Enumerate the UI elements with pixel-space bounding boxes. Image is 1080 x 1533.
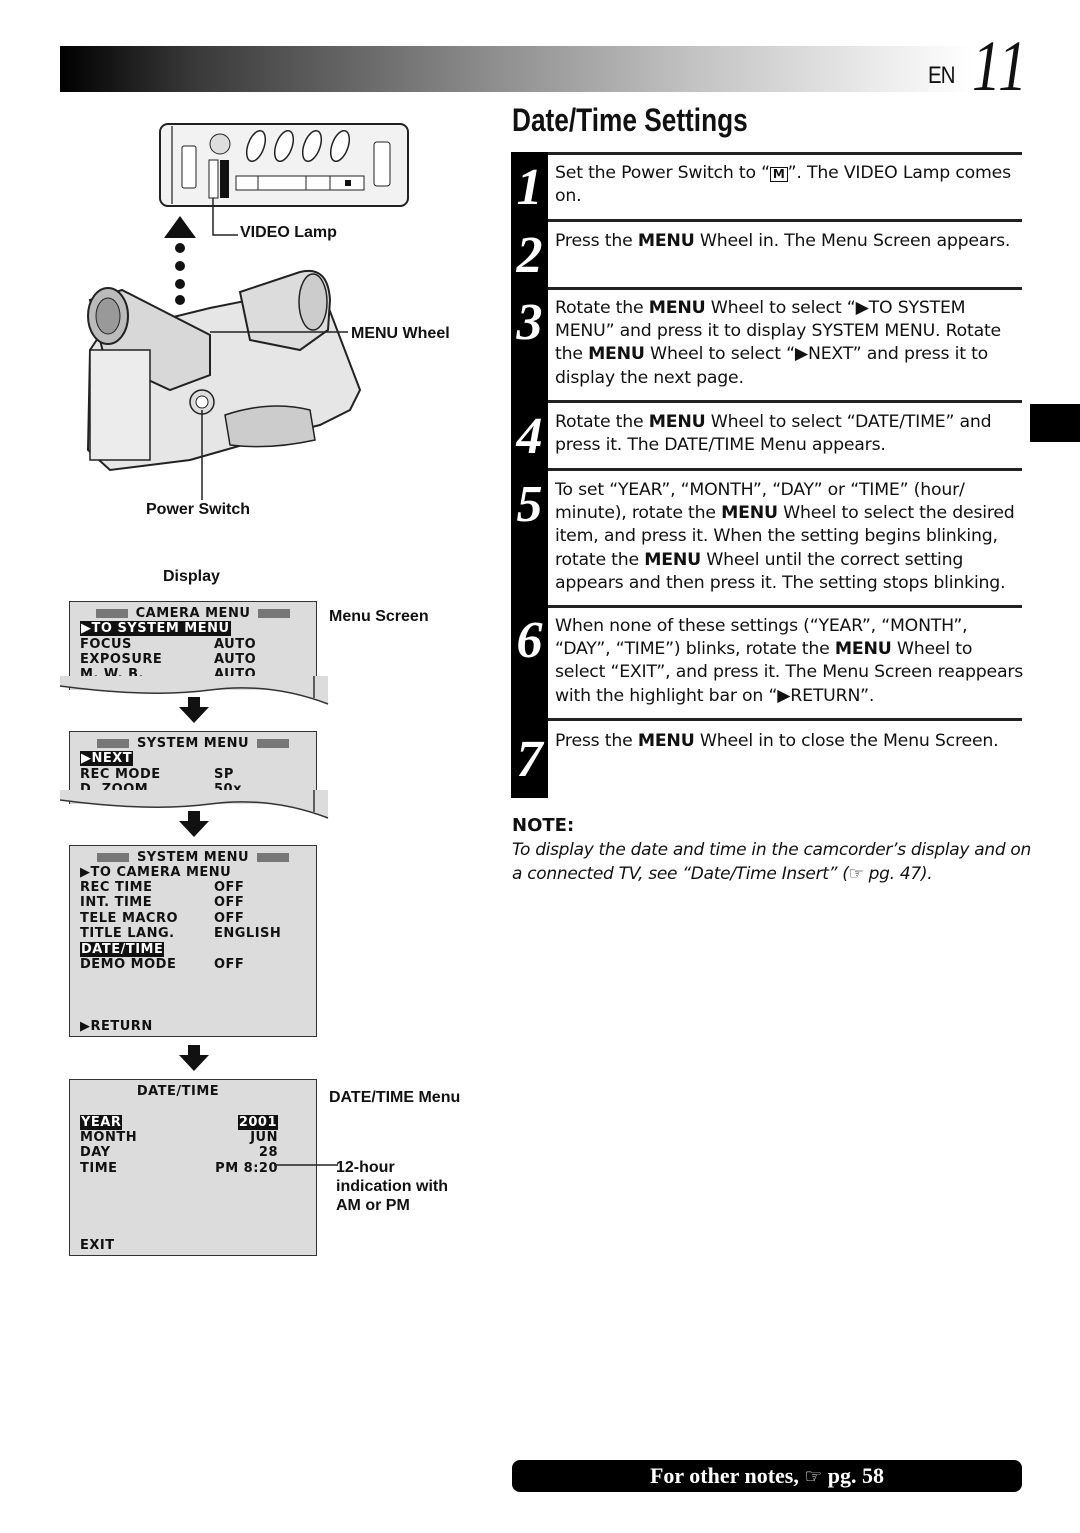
step-number-7: 7 — [516, 731, 543, 788]
header-gradient-bar — [60, 46, 974, 92]
step-number-1: 1 — [516, 159, 543, 216]
menu-item-time[interactable]: TIME — [80, 1161, 118, 1176]
hour-note-line2: indication with — [336, 1178, 448, 1195]
menu-value-title-lang: ENGLISH — [214, 926, 282, 941]
step-divider — [548, 400, 1022, 403]
hour-note-line3: AM or PM — [336, 1197, 410, 1214]
step-divider — [548, 605, 1022, 608]
menu-item-title-lang[interactable]: TITLE LANG. — [80, 926, 175, 941]
step-7-text: Press the MENU Wheel in to close the Men… — [555, 731, 999, 751]
menu-value-tele-macro: OFF — [214, 911, 245, 926]
hour-note-line1: 12-hour — [336, 1159, 395, 1176]
screen-title: CAMERA MENU — [70, 606, 316, 621]
step-number-6: 6 — [516, 612, 543, 669]
menu-item-demo-mode[interactable]: DEMO MODE — [80, 957, 176, 972]
menu-value-time: PM 8:20 — [215, 1161, 278, 1176]
screen-title: DATE/TIME — [136, 1084, 220, 1099]
menu-item-date-time[interactable]: DATE/TIME — [80, 942, 165, 957]
camera-mode-icon: M — [769, 167, 788, 182]
camcorder-icon — [86, 269, 362, 472]
step-5-text: To set “YEAR”, “MONTH”, “DAY” or “TIME” … — [555, 480, 1015, 593]
menu-item-next[interactable]: ▶NEXT — [80, 751, 134, 766]
video-lamp-label: VIDEO Lamp — [240, 224, 337, 241]
menu-wheel-label: MENU Wheel — [351, 325, 450, 342]
page-number: 11 — [972, 26, 1029, 106]
step-divider — [548, 287, 1022, 290]
step-1-text: Set the Power Switch to “M”. The VIDEO L… — [555, 163, 1011, 207]
menu-item-to-camera-menu[interactable]: ▶TO CAMERA MENU — [80, 865, 231, 880]
pointing-hand-icon: ☞ — [804, 1466, 823, 1488]
section-tab-marker — [1030, 404, 1080, 442]
menu-screen-label: Menu Screen — [329, 608, 429, 625]
down-arrow-icon — [179, 811, 209, 837]
screen-title: SYSTEM MENU — [70, 736, 316, 751]
hour-note-leader-line — [274, 1164, 338, 1166]
down-arrow-icon — [179, 1045, 209, 1071]
menu-item-rec-mode[interactable]: REC MODE — [80, 767, 161, 782]
power-switch-label: Power Switch — [146, 501, 251, 518]
step-number-3: 3 — [516, 294, 543, 351]
menu-item-focus[interactable]: FOCUS — [80, 637, 132, 652]
menu-value-int-time: OFF — [214, 895, 245, 910]
menu-item-to-system-menu[interactable]: ▶TO SYSTEM MENU — [80, 621, 231, 636]
note-text: To display the date and time in the camc… — [512, 840, 1031, 884]
menu-value-year[interactable]: 2001 — [237, 1115, 278, 1130]
menu-value-exposure: AUTO — [214, 652, 257, 667]
page-title: Date/Time Settings — [512, 102, 748, 138]
menu-value-rec-time: OFF — [214, 880, 245, 895]
menu-item-year[interactable]: YEAR — [80, 1115, 123, 1130]
menu-value-month: JUN — [250, 1130, 278, 1145]
menu-value-rec-mode: SP — [214, 767, 234, 782]
step-divider — [548, 219, 1022, 222]
datetime-menu-label: DATE/TIME Menu — [329, 1089, 461, 1106]
menu-item-month[interactable]: MONTH — [80, 1130, 137, 1145]
system-menu-screen-2: SYSTEM MENU ▶TO CAMERA MENU REC TIME OFF… — [69, 845, 317, 1037]
step-4-text: Rotate the MENU Wheel to select “DATE/TI… — [555, 412, 992, 456]
note-heading: NOTE: — [512, 815, 575, 836]
menu-item-rec-time[interactable]: REC TIME — [80, 880, 152, 895]
down-arrow-icon — [179, 697, 209, 723]
step-divider — [548, 718, 1022, 721]
menu-item-int-time[interactable]: INT. TIME — [80, 895, 152, 910]
step-2-text: Press the MENU Wheel in. The Menu Screen… — [555, 231, 1011, 251]
screen-title: SYSTEM MENU — [70, 850, 316, 865]
step-divider — [548, 152, 1022, 155]
camcorder-illustration — [86, 123, 409, 500]
step-number-2: 2 — [516, 227, 543, 284]
display-label: Display — [163, 568, 220, 585]
menu-value-day: 28 — [258, 1145, 278, 1160]
pointing-hand-icon: ☞ — [848, 864, 864, 884]
menu-item-exit[interactable]: EXIT — [80, 1238, 115, 1253]
menu-value-focus: AUTO — [214, 637, 257, 652]
step-divider — [548, 468, 1022, 471]
menu-item-day[interactable]: DAY — [80, 1145, 111, 1160]
step-number-4: 4 — [516, 408, 543, 465]
menu-value-demo-mode: OFF — [214, 957, 245, 972]
other-notes-banner[interactable]: For other notes, ☞ pg. 58 — [512, 1460, 1022, 1492]
step-6-text: When none of these settings (“YEAR”, “MO… — [555, 616, 1024, 706]
step-number-5: 5 — [516, 476, 543, 533]
menu-item-return[interactable]: ▶RETURN — [80, 1019, 153, 1034]
step-3-text: Rotate the MENU Wheel to select “▶TO SYS… — [555, 298, 1001, 388]
language-code: EN — [928, 62, 956, 89]
menu-item-tele-macro[interactable]: TELE MACRO — [80, 911, 178, 926]
control-panel-icon — [159, 123, 409, 207]
menu-item-exposure[interactable]: EXPOSURE — [80, 652, 162, 667]
